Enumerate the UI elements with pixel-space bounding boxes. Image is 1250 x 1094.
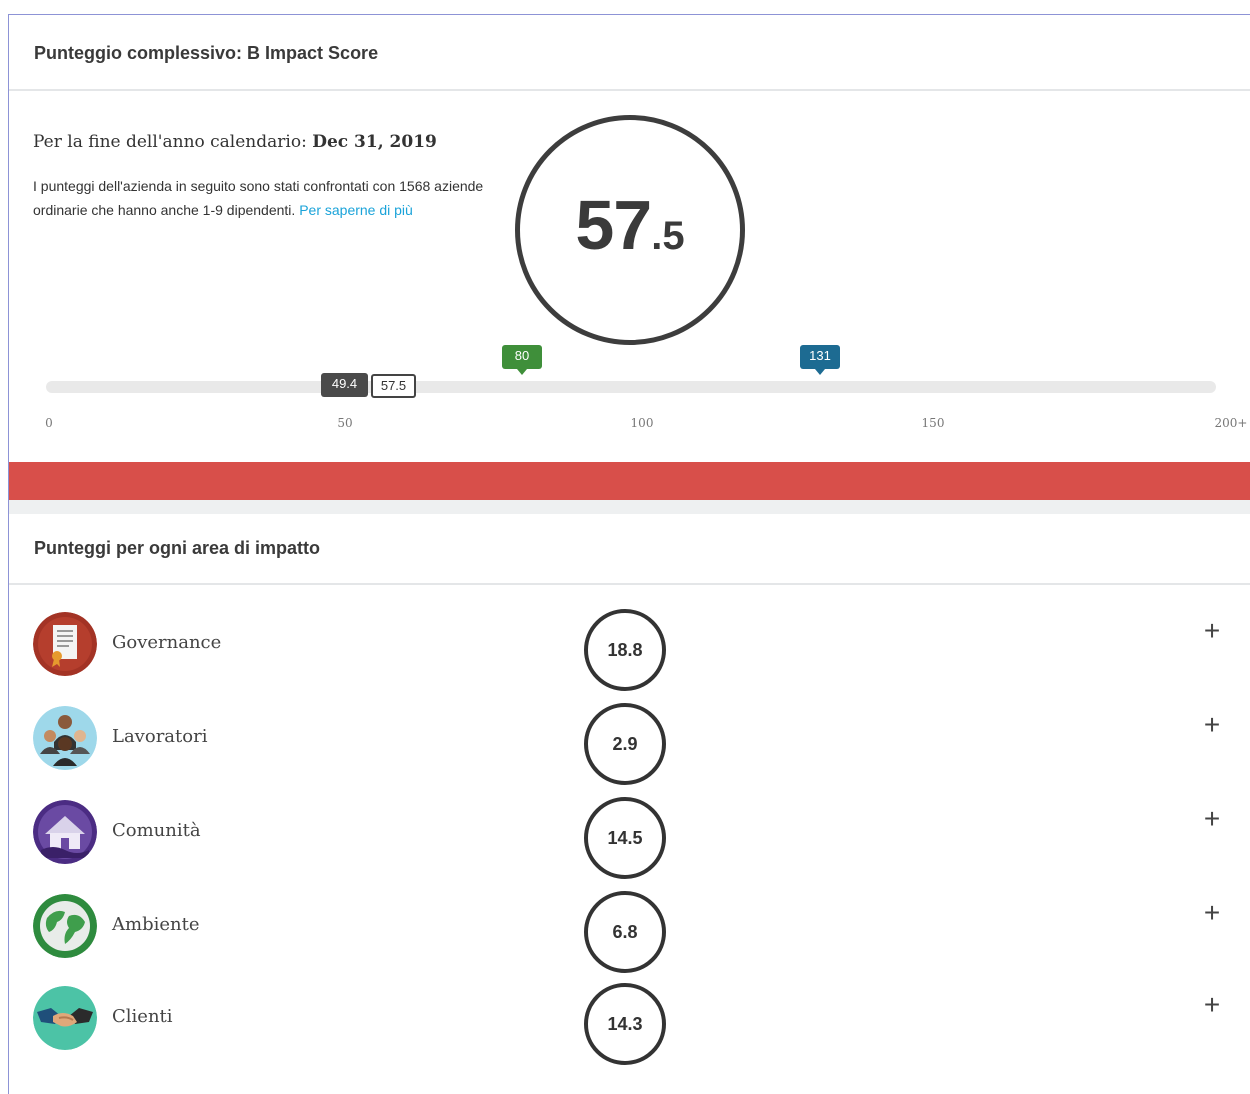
handshake-icon bbox=[33, 986, 97, 1050]
certificate-document-icon bbox=[33, 612, 97, 676]
certification-threshold-value: 80 bbox=[514, 348, 530, 363]
company-score-marker: 57.5 bbox=[371, 374, 416, 398]
impact-area-label: Governance bbox=[112, 632, 222, 653]
section-divider-gap bbox=[9, 500, 1250, 514]
impact-area-row-clienti[interactable]: Clienti 14.3 + bbox=[9, 983, 1250, 1080]
impact-area-row-ambiente[interactable]: Ambiente 6.8 + bbox=[9, 891, 1250, 988]
overall-score-header: Punteggio complessivo: B Impact Score bbox=[9, 15, 1250, 91]
scale-tick-label: 150 bbox=[921, 416, 945, 430]
score-description: I punteggi dell'azienda in seguito sono … bbox=[33, 175, 503, 222]
impact-area-label: Clienti bbox=[112, 1006, 173, 1027]
period-label: Per la fine dell'anno calendario: bbox=[33, 132, 307, 152]
period-date: Dec 31, 2019 bbox=[312, 132, 437, 152]
impact-area-score: 14.5 bbox=[584, 797, 666, 879]
top-score-marker: 131 bbox=[800, 345, 840, 375]
impact-areas-header: Punteggi per ogni area di impatto bbox=[9, 514, 1250, 585]
learn-more-link[interactable]: Per saperne di più bbox=[299, 202, 413, 218]
expand-icon[interactable]: + bbox=[1199, 802, 1225, 836]
expand-icon[interactable]: + bbox=[1199, 614, 1225, 648]
score-scale-track bbox=[46, 381, 1216, 393]
section-divider-band bbox=[9, 462, 1250, 500]
company-score-value: 57.5 bbox=[380, 378, 407, 393]
period-text: Per la fine dell'anno calendario: Dec 31… bbox=[33, 132, 437, 152]
impact-areas-title: Punteggi per ogni area di impatto bbox=[34, 538, 321, 558]
overall-score-decimal: .5 bbox=[651, 214, 685, 258]
top-score-value: 131 bbox=[809, 348, 831, 363]
community-house-icon bbox=[33, 800, 97, 864]
impact-area-score: 2.9 bbox=[584, 703, 666, 785]
impact-area-score: 18.8 bbox=[584, 609, 666, 691]
workers-group-icon bbox=[33, 706, 97, 770]
overall-score-title: Punteggio complessivo: B Impact Score bbox=[34, 43, 379, 63]
impact-area-label: Comunità bbox=[112, 820, 201, 841]
median-score-marker: 49.4 bbox=[321, 373, 368, 397]
impact-area-score: 6.8 bbox=[584, 891, 666, 973]
median-score-value: 49.4 bbox=[331, 376, 358, 391]
scale-tick-label: 200+ bbox=[1214, 416, 1248, 430]
scale-tick-label: 50 bbox=[337, 416, 353, 430]
impact-area-row-lavoratori[interactable]: Lavoratori 2.9 + bbox=[9, 703, 1250, 800]
impact-area-label: Ambiente bbox=[112, 914, 200, 935]
scale-tick-label: 100 bbox=[630, 416, 654, 430]
expand-icon[interactable]: + bbox=[1199, 896, 1225, 930]
overall-score-integer: 57 bbox=[575, 186, 652, 264]
certification-threshold-marker: 80 bbox=[502, 345, 542, 375]
overall-score-value: 57.5 bbox=[520, 185, 740, 265]
overall-score-circle: 57.5 bbox=[515, 115, 745, 345]
expand-icon[interactable]: + bbox=[1199, 988, 1225, 1022]
scale-tick-label: 0 bbox=[45, 416, 53, 430]
impact-area-row-comunita[interactable]: Comunità 14.5 + bbox=[9, 797, 1250, 894]
impact-area-score: 14.3 bbox=[584, 983, 666, 1065]
globe-environment-icon bbox=[33, 894, 97, 958]
impact-area-label: Lavoratori bbox=[112, 726, 208, 747]
impact-area-row-governance[interactable]: Governance 18.8 + bbox=[9, 609, 1250, 706]
description-text: I punteggi dell'azienda in seguito sono … bbox=[33, 178, 484, 218]
expand-icon[interactable]: + bbox=[1199, 708, 1225, 742]
